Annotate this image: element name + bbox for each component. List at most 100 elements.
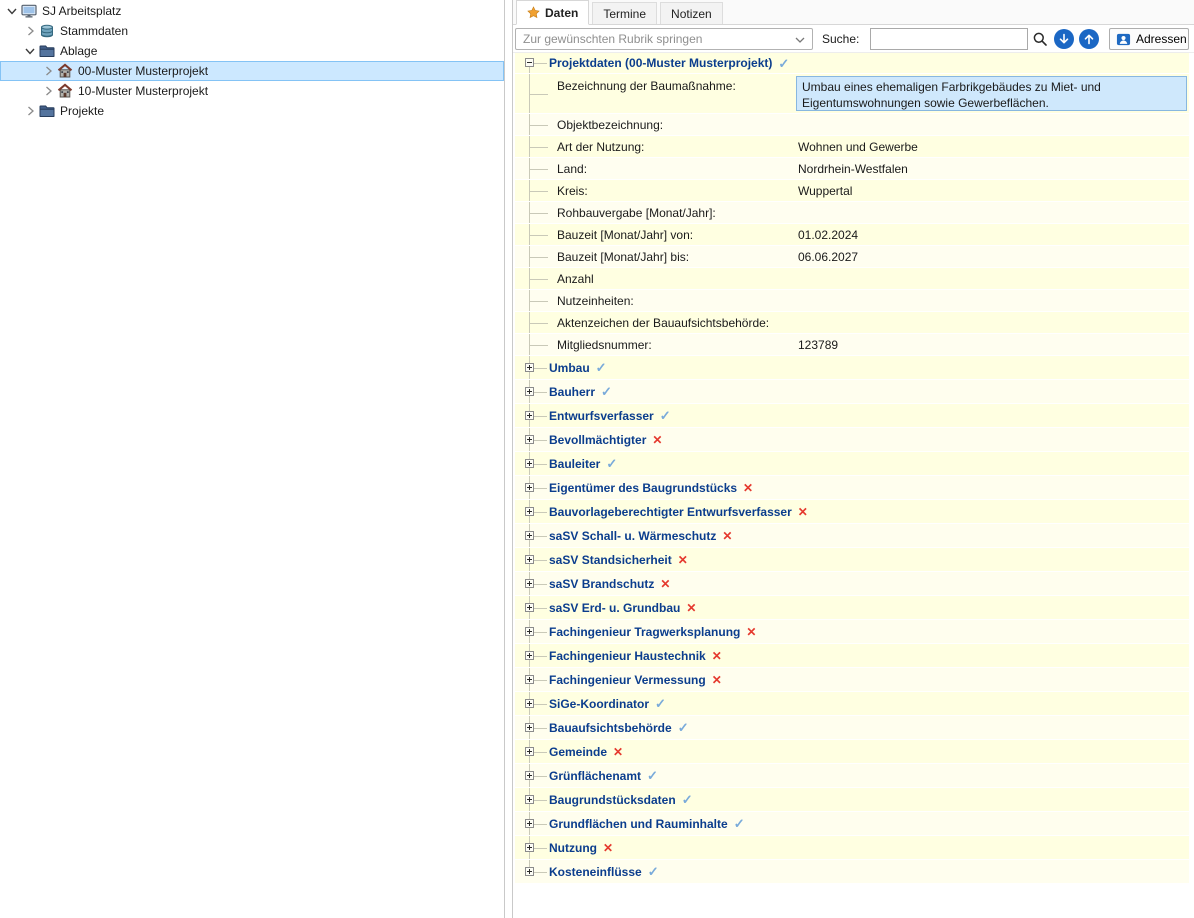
field-row-bezeichnung-der-baumaßnahme: Bezeichnung der Baumaßnahme: Umbau eines … (515, 74, 1189, 114)
expand-icon[interactable] (525, 362, 534, 372)
status-check-icon: ✓ (595, 360, 607, 375)
status-check-icon: ✓ (601, 384, 612, 399)
section-entwurfsverfasser[interactable]: Entwurfsverfasser ✓ (515, 404, 1189, 428)
jump-up-button[interactable] (1079, 29, 1099, 49)
section-grünflächenamt[interactable]: Grünflächenamt ✓ (515, 764, 1189, 788)
section-bauaufsichtsbehörde[interactable]: Bauaufsichtsbehörde ✓ (515, 716, 1189, 740)
section-nutzung[interactable]: Nutzung ✕ (515, 836, 1189, 860)
expand-icon[interactable] (525, 722, 534, 732)
collapse-icon[interactable] (525, 58, 534, 67)
section-kosteneinflüsse[interactable]: Kosteneinflüsse ✓ (515, 860, 1189, 884)
section-label: Grünflächenamt (549, 768, 642, 783)
chevron-right-icon[interactable] (22, 103, 38, 119)
expand-icon[interactable] (525, 746, 534, 756)
tab-daten[interactable]: Daten (516, 0, 590, 25)
status-cross-icon: ✕ (686, 600, 697, 615)
tree-item-sj-arbeitsplatz[interactable]: SJ Arbeitsplatz (0, 1, 504, 21)
search-input[interactable] (870, 28, 1028, 50)
expand-icon[interactable] (525, 626, 534, 636)
expand-icon[interactable] (525, 458, 534, 468)
expand-icon[interactable] (525, 842, 534, 852)
field-label: Bauzeit [Monat/Jahr] von: (557, 228, 694, 242)
expand-icon[interactable] (525, 674, 534, 684)
tree-line (534, 535, 547, 537)
section-eigentümer-des-baugrundstücks[interactable]: Eigentümer des Baugrundstücks ✕ (515, 476, 1189, 500)
tree-item-ablage[interactable]: Ablage (0, 41, 504, 61)
field-value[interactable]: 01.02.2024 (798, 224, 1187, 246)
tree-line (530, 190, 548, 192)
expand-icon[interactable] (525, 770, 534, 780)
section-bauvorlageberechtigter-entwurfsverfasser[interactable]: Bauvorlageberechtigter Entwurfsverfasser… (515, 500, 1189, 524)
section-header-projektdaten-00-muster-musterprojekt[interactable]: Projektdaten (00-Muster Musterprojekt) ✓ (515, 53, 1189, 74)
section-label: Fachingenieur Haustechnik (549, 648, 706, 663)
field-value[interactable]: Wohnen und Gewerbe (798, 136, 1187, 158)
tree-item-00-muster-musterprojekt[interactable]: 00-Muster Musterprojekt (0, 61, 504, 81)
expand-icon[interactable] (525, 530, 534, 540)
status-check-icon: ✓ (733, 816, 745, 831)
tree-line (530, 278, 548, 280)
section-title: Fachingenieur Tragwerksplanung ✕ (549, 620, 756, 643)
section-fachingenieur-tragwerksplanung[interactable]: Fachingenieur Tragwerksplanung ✕ (515, 620, 1189, 644)
tree-item-stammdaten[interactable]: Stammdaten (0, 21, 504, 41)
section-title: Bauleiter ✓ (549, 452, 617, 475)
search-icon[interactable] (1030, 29, 1050, 49)
expand-icon[interactable] (525, 386, 534, 396)
tab-notizen[interactable]: Notizen (660, 2, 723, 24)
tree-item-label: Ablage (60, 44, 98, 58)
jump-down-button[interactable] (1054, 29, 1074, 49)
adressen-button[interactable]: Adressen (1109, 28, 1189, 50)
expand-icon[interactable] (525, 554, 534, 564)
expand-icon[interactable] (525, 818, 534, 828)
expand-icon[interactable] (525, 482, 534, 492)
field-value[interactable]: Wuppertal (798, 180, 1187, 202)
section-bevollmächtigter[interactable]: Bevollmächtigter ✕ (515, 428, 1189, 452)
tree-item-10-muster-musterprojekt[interactable]: 10-Muster Musterprojekt (0, 81, 504, 101)
tree-line (534, 655, 547, 657)
expand-icon[interactable] (525, 866, 534, 876)
expand-icon[interactable] (525, 506, 534, 516)
field-row-objektbezeichnung: Objektbezeichnung: (515, 114, 1189, 136)
section-label: Nutzung (549, 840, 597, 855)
section-baugrundstücksdaten[interactable]: Baugrundstücksdaten ✓ (515, 788, 1189, 812)
tab-termine[interactable]: Termine (592, 2, 658, 24)
field-value[interactable]: 123789 (798, 334, 1187, 356)
chevron-down-icon[interactable] (22, 43, 38, 59)
chevron-right-icon[interactable] (40, 83, 56, 99)
section-bauleiter[interactable]: Bauleiter ✓ (515, 452, 1189, 476)
section-fachingenieur-haustechnik[interactable]: Fachingenieur Haustechnik ✕ (515, 644, 1189, 668)
chevron-right-icon[interactable] (40, 63, 56, 79)
section-sige-koordinator[interactable]: SiGe-Koordinator ✓ (515, 692, 1189, 716)
tab-label: Termine (603, 6, 647, 21)
expand-icon[interactable] (525, 410, 534, 420)
section-grundflächen-und-rauminhalte[interactable]: Grundflächen und Rauminhalte ✓ (515, 812, 1189, 836)
section-sasv-erd-u-grundbau[interactable]: saSV Erd- u. Grundbau ✕ (515, 596, 1189, 620)
field-value[interactable]: Umbau eines ehemaligen Farbrikgebäudes z… (796, 76, 1187, 111)
section-umbau[interactable]: Umbau ✓ (515, 356, 1189, 380)
chevron-down-icon[interactable] (4, 3, 20, 19)
tree-line (534, 511, 547, 513)
field-label: Kreis: (557, 184, 588, 198)
field-value[interactable]: 06.06.2027 (798, 246, 1187, 268)
tree-item-projekte[interactable]: Projekte (0, 101, 504, 121)
section-title: Bauaufsichtsbehörde ✓ (549, 716, 689, 739)
expand-icon[interactable] (525, 698, 534, 708)
field-label: Nutzeinheiten: (557, 294, 634, 308)
chevron-right-icon[interactable] (22, 23, 38, 39)
field-value[interactable]: Nordrhein-Westfalen (798, 158, 1187, 180)
expand-icon[interactable] (525, 794, 534, 804)
rubrik-dropdown[interactable]: Zur gewünschten Rubrik springen (515, 28, 813, 50)
section-title: Kosteneinflüsse ✓ (549, 860, 659, 883)
expand-icon[interactable] (525, 650, 534, 660)
status-cross-icon: ✕ (797, 504, 808, 519)
section-gemeinde[interactable]: Gemeinde ✕ (515, 740, 1189, 764)
expand-icon[interactable] (525, 434, 534, 444)
section-fachingenieur-vermessung[interactable]: Fachingenieur Vermessung ✕ (515, 668, 1189, 692)
project-tree-panel: SJ Arbeitsplatz Stammdaten Ablage 00-Muster… (0, 0, 505, 918)
expand-icon[interactable] (525, 578, 534, 588)
expand-icon[interactable] (525, 602, 534, 612)
section-sasv-brandschutz[interactable]: saSV Brandschutz ✕ (515, 572, 1189, 596)
section-bauherr[interactable]: Bauherr ✓ (515, 380, 1189, 404)
section-sasv-standsicherheit[interactable]: saSV Standsicherheit ✕ (515, 548, 1189, 572)
section-sasv-schall-u-wärmeschutz[interactable]: saSV Schall- u. Wärmeschutz ✕ (515, 524, 1189, 548)
tree-line (534, 751, 547, 753)
